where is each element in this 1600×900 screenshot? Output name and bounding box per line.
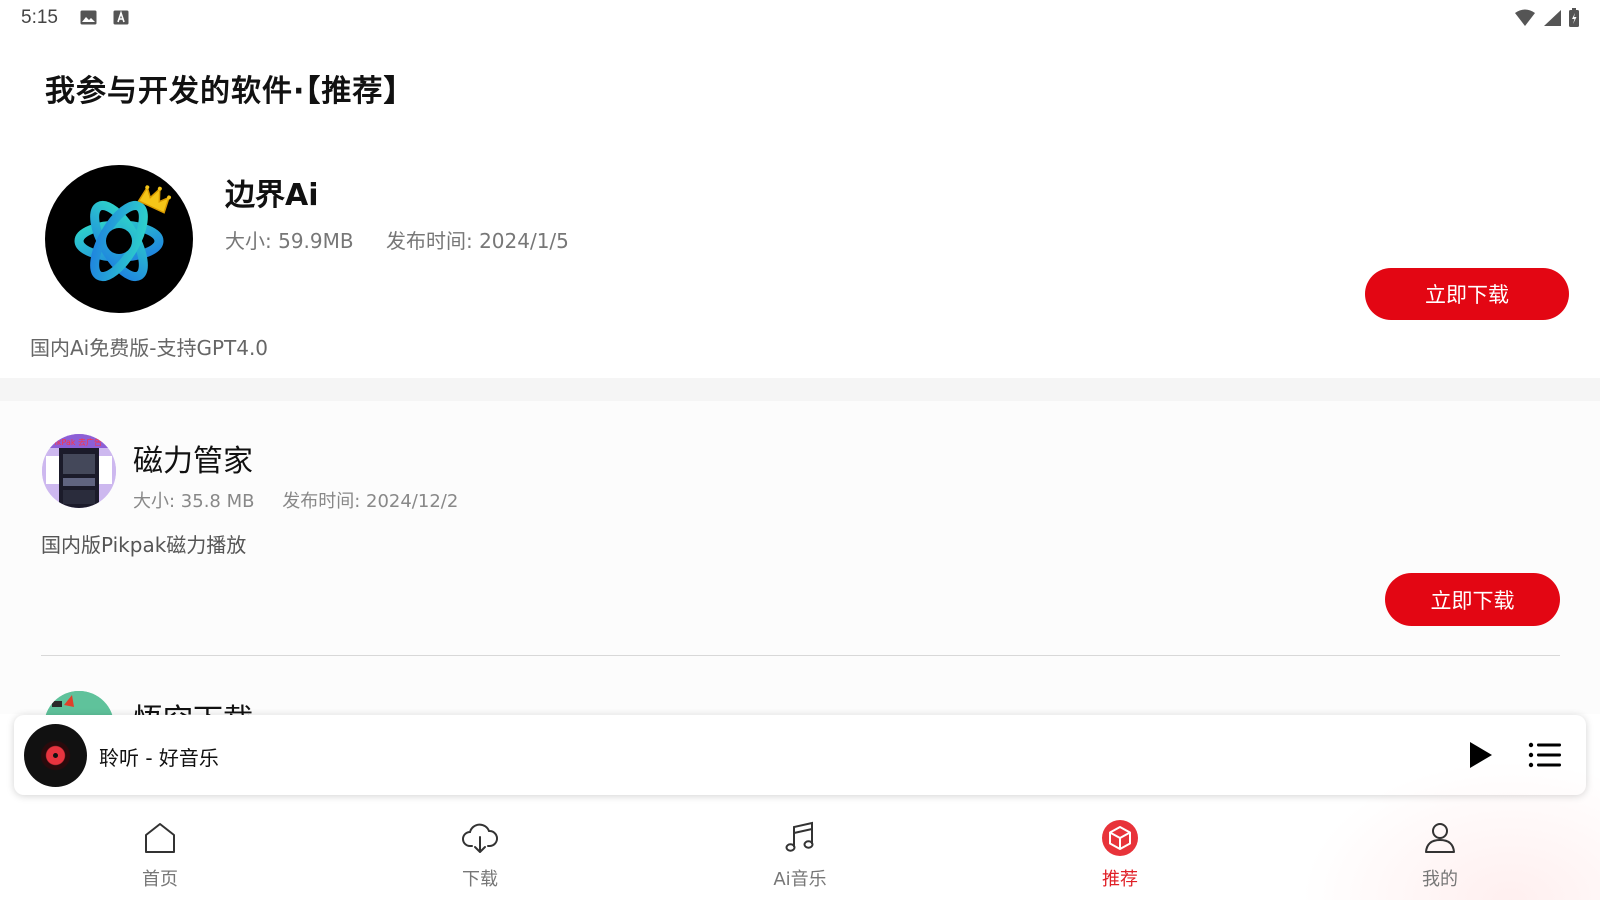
nav-label: 首页	[142, 869, 178, 890]
nav-item-home[interactable]: 首页	[100, 805, 220, 900]
playlist-icon[interactable]	[1528, 739, 1562, 771]
app-description: 国内版Pikpak磁力播放	[41, 533, 247, 557]
page-title: 我参与开发的软件·【推荐】	[45, 74, 415, 109]
nav-item-download[interactable]: 下载	[420, 805, 540, 900]
app-description: 国内Ai免费版-支持GPT4.0	[30, 336, 269, 360]
app-screenshot-icon: PikPak 去广告	[42, 434, 116, 508]
nav-label: 我的	[1422, 869, 1458, 890]
download-button[interactable]: 立即下载	[1365, 268, 1569, 320]
status-bar: 5:15	[0, 0, 1600, 36]
keyboard-a-icon	[113, 10, 129, 25]
person-icon	[1425, 823, 1455, 853]
list-divider	[41, 655, 1560, 656]
signal-icon	[1544, 10, 1561, 26]
nav-item-ai-music[interactable]: Ai音乐	[740, 805, 860, 900]
cube-icon	[1102, 820, 1138, 856]
app-release-date: 发布时间: 2024/12/2	[282, 491, 459, 512]
app-card: 边界Ai 大小: 59.9MB 发布时间: 2024/1/5 国内Ai免费版-支…	[0, 140, 1600, 378]
app-list: PikPak 去广告 磁力管家 大小: 35.8 MB 发布时间: 2024/1…	[0, 401, 1600, 761]
disc-center	[53, 753, 58, 758]
nav-label: 推荐	[1102, 869, 1138, 890]
app-name: 边界Ai	[225, 178, 319, 213]
app-name: 磁力管家	[133, 444, 253, 479]
home-icon	[145, 823, 175, 853]
nav-item-profile[interactable]: 我的	[1380, 805, 1500, 900]
openai-knot-icon	[45, 165, 193, 313]
status-time: 5:15	[21, 7, 58, 28]
nav-item-recommend[interactable]: 推荐	[1060, 805, 1180, 900]
cloud-download-icon	[462, 823, 498, 853]
download-button[interactable]: 立即下载	[1385, 573, 1560, 626]
vinyl-disc-icon[interactable]	[24, 724, 87, 787]
app-size: 大小: 35.8 MB	[133, 491, 255, 512]
section-separator	[0, 378, 1600, 401]
app-meta: 大小: 59.9MB 发布时间: 2024/1/5	[225, 225, 595, 254]
mini-player[interactable]: 聆听 - 好音乐	[14, 715, 1586, 795]
player-title[interactable]: 聆听 - 好音乐	[99, 742, 219, 771]
svg-text:PikPak 去广告: PikPak 去广告	[50, 437, 102, 447]
battery-charging-icon	[1569, 8, 1579, 27]
music-note-icon	[785, 821, 814, 852]
nav-label: 下载	[462, 869, 498, 890]
app-size: 大小: 59.9MB	[225, 229, 354, 253]
bottom-nav: 首页 下载 Ai音乐 推荐 我的	[0, 760, 1600, 900]
image-icon	[80, 10, 97, 25]
wifi-icon	[1515, 9, 1535, 26]
app-release-date: 发布时间: 2024/1/5	[385, 229, 569, 253]
nav-label: Ai音乐	[773, 869, 827, 890]
play-icon[interactable]	[1464, 739, 1496, 771]
app-meta: 大小: 35.8 MB 发布时间: 2024/12/2	[133, 487, 480, 513]
